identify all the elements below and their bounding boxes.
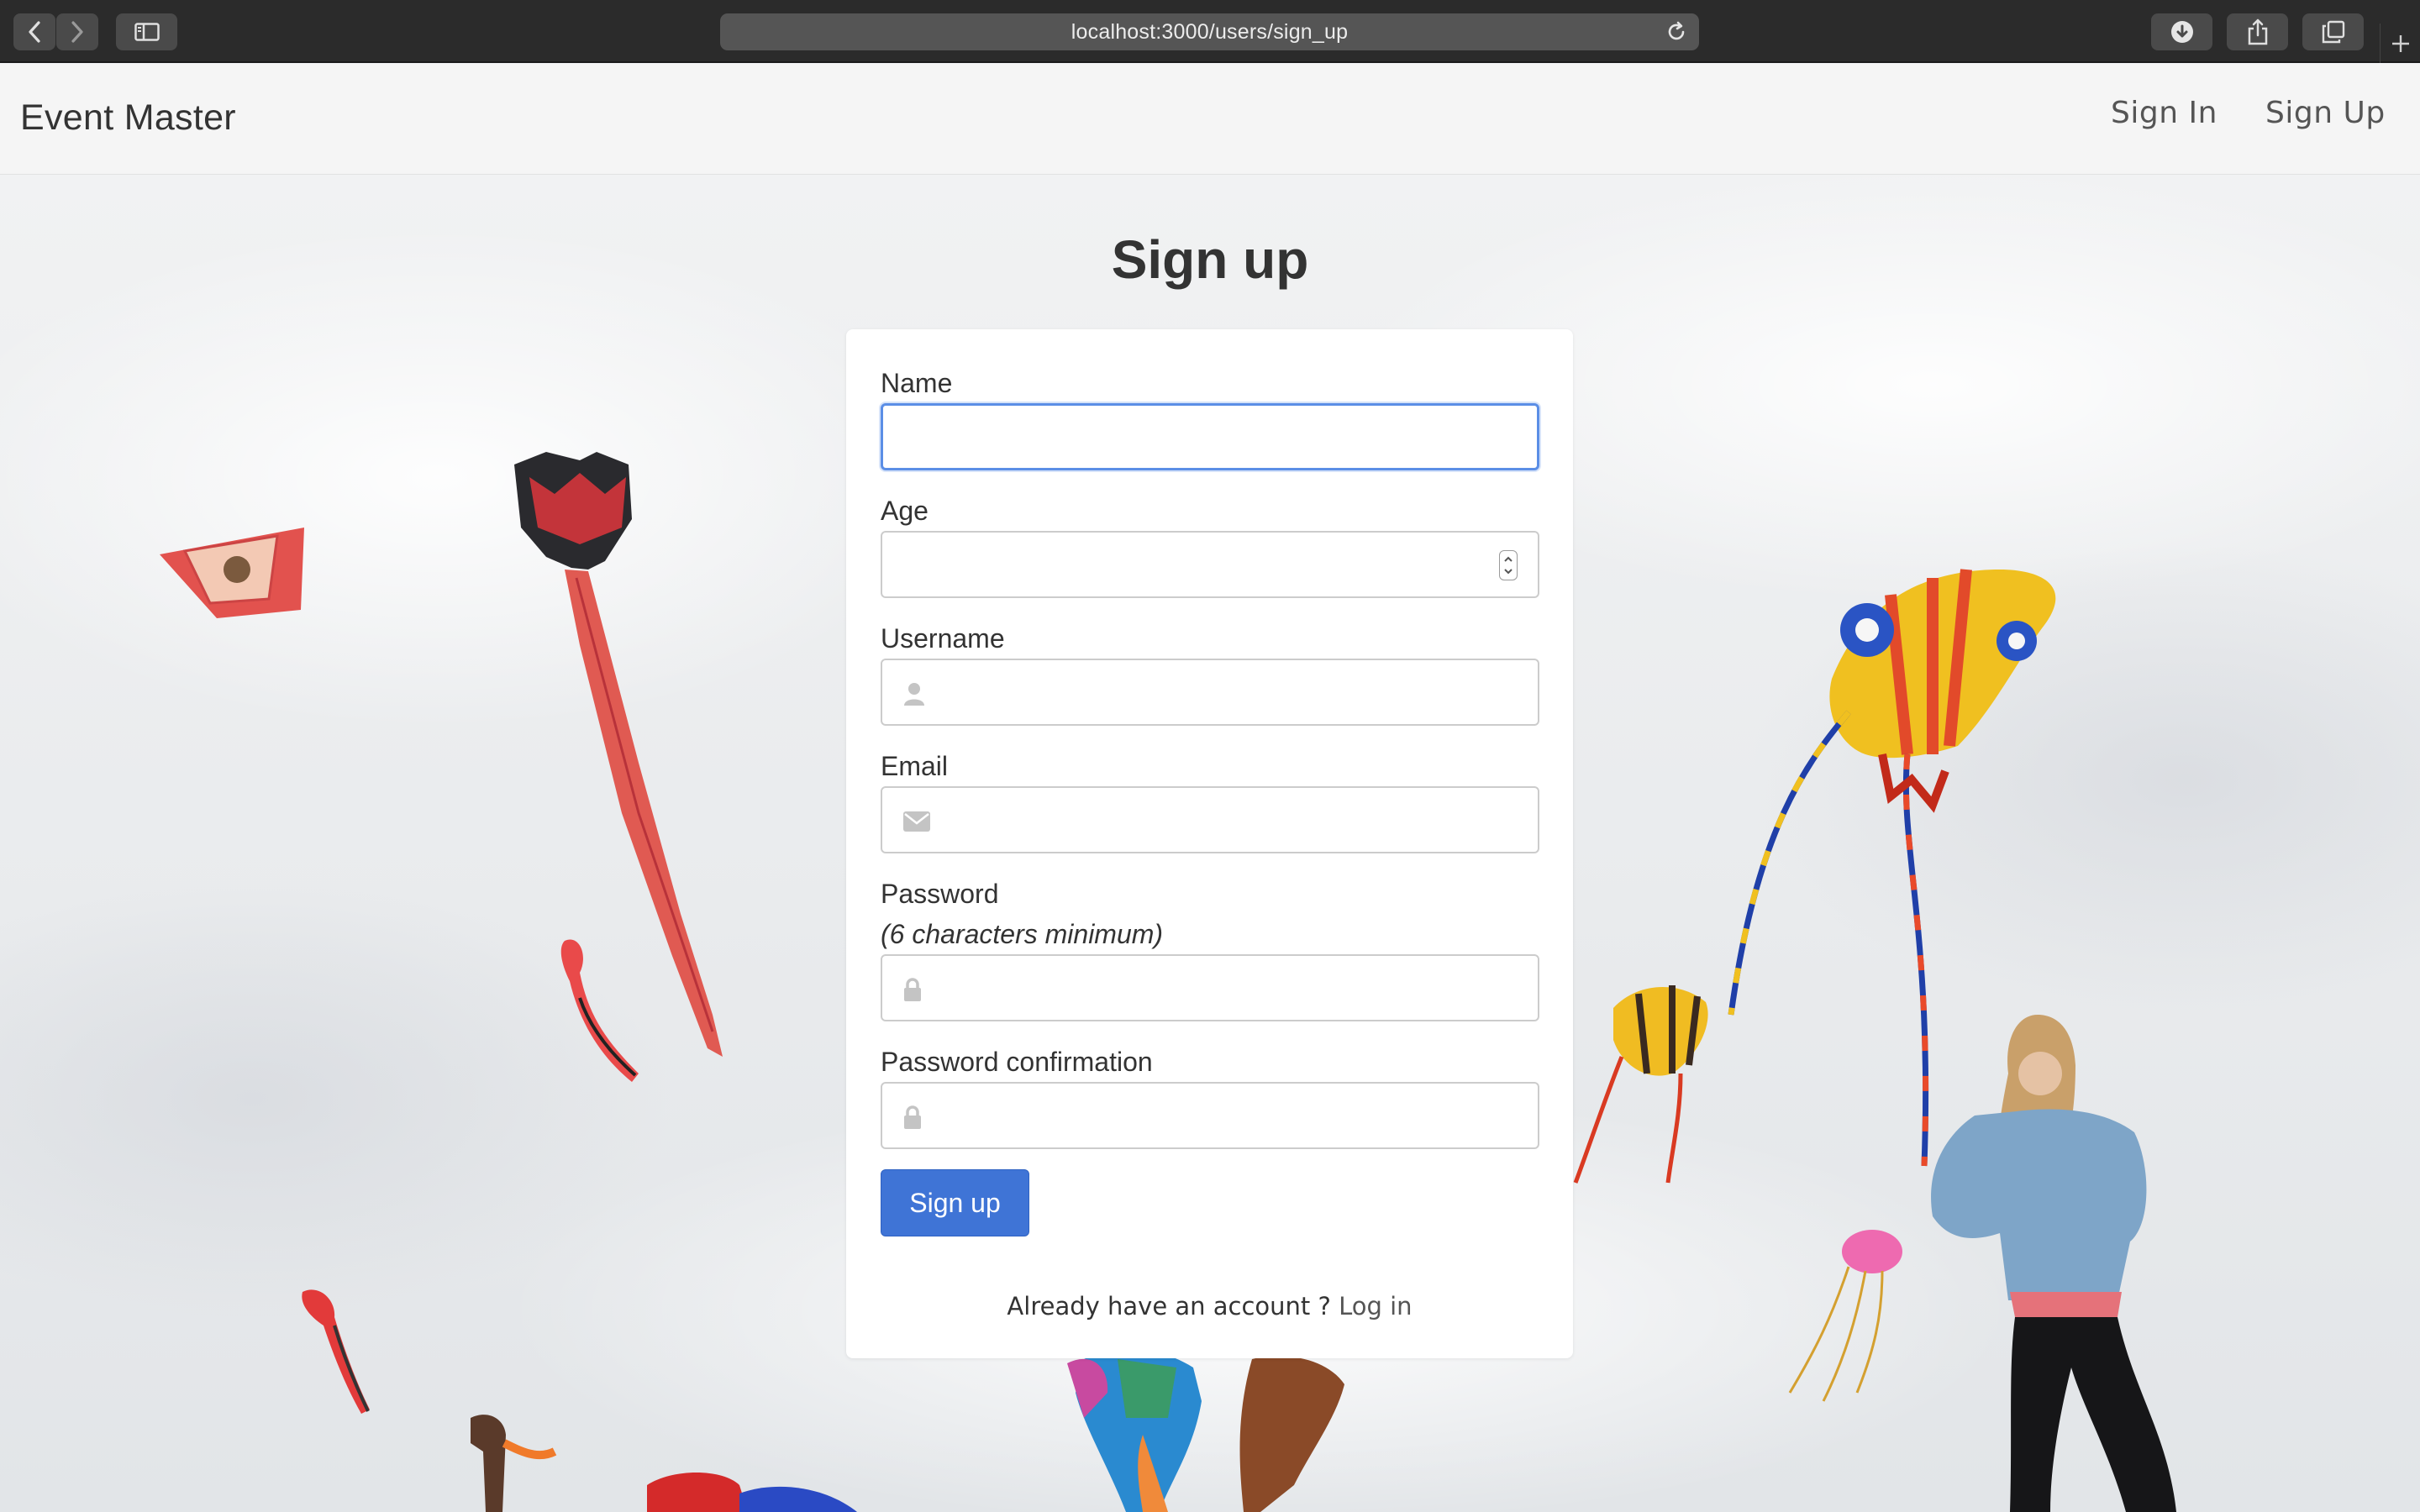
age-label: Age: [881, 496, 929, 526]
brand-logo[interactable]: Event Master: [20, 97, 236, 139]
user-icon: [904, 683, 924, 706]
nav-sign-in-link[interactable]: Sign In: [2111, 96, 2217, 130]
username-input[interactable]: [881, 659, 1539, 726]
plus-icon: [2392, 35, 2409, 52]
signup-form-card: Name Age Username Email Password (6 char…: [846, 329, 1573, 1358]
login-prompt-text: Already have an account ?: [1007, 1292, 1339, 1320]
sign-up-submit-button[interactable]: Sign up: [881, 1169, 1029, 1236]
login-prompt: Already have an account ? Log in: [846, 1292, 1573, 1320]
password-confirmation-input[interactable]: [881, 1082, 1539, 1149]
lock-icon: [904, 978, 921, 1001]
back-button[interactable]: [13, 13, 55, 50]
name-input[interactable]: [881, 403, 1539, 470]
password-label: Password: [881, 879, 999, 909]
password-hint: (6 characters minimum): [881, 919, 1164, 949]
browser-toolbar: localhost:3000/users/sign_up: [0, 0, 2420, 63]
reload-icon[interactable]: [1665, 21, 1687, 43]
lock-icon: [904, 1105, 921, 1129]
age-input[interactable]: [881, 531, 1539, 598]
page-title: Sign up: [1111, 229, 1309, 290]
chevron-right-icon: [71, 21, 83, 43]
name-label: Name: [881, 368, 953, 398]
number-stepper[interactable]: [1499, 550, 1518, 580]
share-icon: [2248, 18, 2267, 45]
password-confirmation-label: Password confirmation: [881, 1047, 1153, 1077]
chevron-left-icon: [29, 21, 40, 43]
address-bar[interactable]: localhost:3000/users/sign_up: [720, 13, 1699, 50]
forward-button[interactable]: [56, 13, 98, 50]
password-input[interactable]: [881, 954, 1539, 1021]
url-text: localhost:3000/users/sign_up: [1071, 19, 1349, 44]
site-navbar: Event Master Sign In Sign Up: [0, 64, 2420, 175]
email-label: Email: [881, 751, 949, 781]
sidebar-icon: [134, 23, 160, 41]
new-tab-button[interactable]: [2380, 24, 2420, 63]
download-icon: [2170, 21, 2193, 43]
log-in-link[interactable]: Log in: [1339, 1292, 1412, 1320]
stepper-arrows-icon: [1504, 556, 1512, 575]
email-input[interactable]: [881, 786, 1539, 853]
sidebar-toggle-button[interactable]: [116, 13, 177, 50]
share-button[interactable]: [2227, 13, 2288, 50]
downloads-button[interactable]: [2151, 13, 2212, 50]
envelope-icon: [903, 811, 930, 832]
nav-sign-up-link[interactable]: Sign Up: [2265, 96, 2386, 130]
username-label: Username: [881, 623, 1005, 654]
tabs-icon: [2322, 20, 2344, 44]
tabs-overview-button[interactable]: [2302, 13, 2364, 50]
